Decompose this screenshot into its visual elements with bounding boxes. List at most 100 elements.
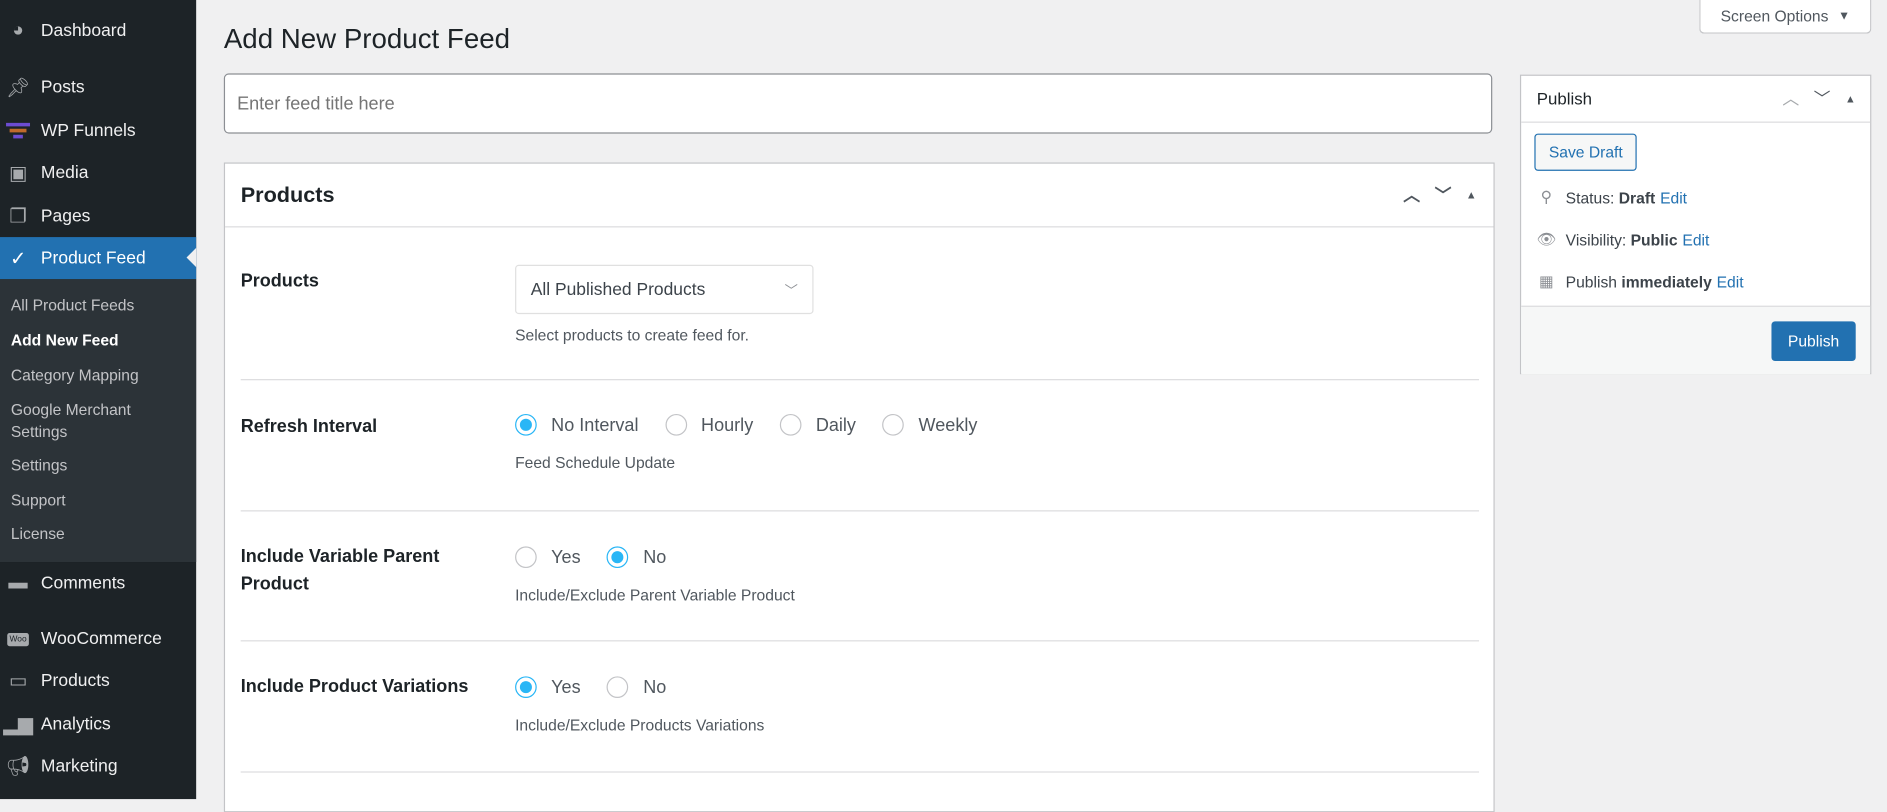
woo-badge: Woo [7, 632, 30, 646]
feed-title-input[interactable] [223, 73, 1493, 134]
products-row: Products All Published Products ﹀ Select … [240, 227, 1480, 381]
metabox-header: Products ︿ ﹀ ▲ [225, 164, 1494, 228]
menu-posts[interactable]: 📌︎ Posts [0, 67, 196, 108]
radio-circle[interactable] [664, 413, 687, 436]
page-title: Add New Product Feed [223, 22, 511, 55]
variations-desc: Include/Exclude Products Variations [515, 716, 765, 735]
radio-parent-yes[interactable]: Yes [515, 546, 581, 569]
menu-label: Posts [40, 78, 85, 98]
visibility-value: Public [1630, 230, 1678, 249]
refresh-interval-row: Refresh Interval No Interval Hourly Dail… [240, 380, 1480, 512]
radio-circle[interactable] [515, 676, 537, 698]
radio-circle[interactable] [607, 546, 629, 569]
publish-title: Publish [1536, 89, 1593, 109]
radio-daily[interactable]: Daily [779, 413, 856, 436]
products-metabox: Products ︿ ﹀ ▲ Products All Published Prod… [223, 162, 1495, 812]
product-feed-icon: ✓ [9, 248, 27, 269]
menu-pages[interactable]: ❐ Pages [0, 196, 196, 237]
variable-parent-desc: Include/Exclude Parent Variable Product [515, 586, 795, 605]
menu-label: WP Funnels [40, 121, 136, 141]
radio-variations-yes[interactable]: Yes [515, 676, 581, 698]
radio-label: Yes [551, 546, 581, 568]
schedule-line: ▦ Publish immediately Edit [1534, 272, 1744, 291]
comment-icon: ▬ [8, 572, 28, 594]
submenu-all-feeds[interactable]: All Product Feeds [11, 295, 134, 317]
edit-status-link[interactable]: Edit [1660, 188, 1687, 206]
radio-variations-no[interactable]: No [607, 676, 666, 698]
screen-options-label: Screen Options [1720, 7, 1829, 26]
radio-weekly[interactable]: Weekly [882, 413, 978, 436]
toggle-panel-icon[interactable]: ▲ [1466, 189, 1477, 201]
menu-wp-funnels[interactable]: WP Funnels [0, 111, 196, 152]
variable-parent-label: Include Variable Parent Product [240, 546, 440, 595]
radio-label: Weekly [918, 414, 978, 436]
products-select-value: All Published Products [530, 279, 706, 300]
radio-parent-no[interactable]: No [607, 546, 667, 569]
menu-products[interactable]: ▭ Products [0, 661, 196, 702]
move-up-icon[interactable]: ︿ [1403, 183, 1420, 207]
menu-label: Products [40, 671, 110, 691]
menu-woocommerce[interactable]: Woo WooCommerce [0, 619, 196, 660]
radio-circle[interactable] [607, 676, 629, 698]
submenu-settings[interactable]: Settings [11, 455, 68, 477]
eye-icon: 👁︎ [1536, 229, 1557, 248]
radio-label: Yes [551, 676, 581, 698]
radio-circle[interactable] [779, 413, 802, 436]
woo-icon: Woo [6, 627, 30, 651]
menu-analytics[interactable]: ▂▆ Analytics [0, 704, 196, 745]
pages-icon: ❐ [9, 206, 27, 228]
publish-label: Publish [1565, 272, 1617, 291]
radio-label: No Interval [551, 414, 639, 436]
refresh-interval-label: Refresh Interval [240, 416, 378, 437]
menu-label: Dashboard [40, 21, 127, 41]
metabox-title: Products [240, 182, 335, 207]
status-label: Status: [1565, 188, 1615, 207]
media-icon: ▣ [8, 163, 28, 185]
radio-label: No [643, 546, 667, 568]
products-label: Products [240, 270, 319, 292]
submenu-license[interactable]: License [11, 523, 65, 545]
variable-parent-row: Include Variable Parent Product Yes No I… [240, 511, 1480, 642]
radio-circle[interactable] [882, 413, 905, 436]
move-down-icon[interactable]: ﹀ [1814, 87, 1831, 111]
products-desc: Select products to create feed for. [515, 326, 750, 345]
product-feed-submenu: All Product Feeds Add New Feed Category … [0, 279, 197, 563]
edit-schedule-link[interactable]: Edit [1717, 273, 1744, 291]
visibility-line: 👁︎ Visibility: Public Edit [1534, 230, 1709, 249]
radio-label: Daily [815, 414, 856, 436]
radio-circle[interactable] [515, 413, 537, 436]
products-select[interactable]: All Published Products ﹀ [515, 264, 814, 315]
submenu-add-new-feed[interactable]: Add New Feed [11, 330, 119, 352]
screen-options-button[interactable]: Screen Options ▼ [1699, 0, 1872, 34]
menu-media[interactable]: ▣ Media [0, 153, 196, 194]
menu-comments[interactable]: ▬ Comments [0, 563, 196, 604]
radio-hourly[interactable]: Hourly [664, 413, 753, 436]
radio-circle[interactable] [515, 546, 537, 569]
menu-marketing[interactable]: 📢︎ Marketing [0, 746, 196, 787]
submenu-support[interactable]: Support [11, 490, 66, 512]
status-line: ⚲ Status: Draft Edit [1534, 188, 1687, 207]
publish-button[interactable]: Publish [1771, 321, 1856, 362]
publish-header: Publish ︿ ﹀ ▲ [1521, 76, 1871, 123]
menu-product-feed[interactable]: ✓ Product Feed [0, 237, 197, 280]
admin-sidebar: ◕ Dashboard 📌︎ Posts WP Funnels ▣ Media ❐ Pa… [0, 0, 197, 800]
variations-row: Include Product Variations Yes No Includ… [240, 641, 1480, 773]
funnel-icon [6, 119, 31, 143]
menu-label: WooCommerce [40, 629, 162, 649]
refresh-interval-desc: Feed Schedule Update [515, 453, 676, 472]
menu-label: Analytics [40, 714, 111, 735]
save-draft-button[interactable]: Save Draft [1534, 133, 1638, 171]
move-up-icon[interactable]: ︿ [1782, 87, 1799, 111]
move-down-icon[interactable]: ﹀ [1435, 183, 1452, 207]
dashboard-icon: ◕ [12, 20, 24, 41]
visibility-label: Visibility: [1565, 230, 1627, 249]
radio-no-interval[interactable]: No Interval [515, 413, 639, 436]
caret-down-icon: ▼ [1838, 9, 1850, 23]
submenu-google-merchant[interactable]: Google Merchant Settings [11, 400, 155, 443]
menu-dashboard[interactable]: ◕ Dashboard [0, 11, 196, 52]
menu-label: Product Feed [40, 248, 146, 268]
submenu-category-mapping[interactable]: Category Mapping [11, 365, 139, 387]
toggle-panel-icon[interactable]: ▲ [1845, 93, 1856, 105]
edit-visibility-link[interactable]: Edit [1682, 230, 1709, 248]
menu-label: Marketing [40, 756, 118, 777]
